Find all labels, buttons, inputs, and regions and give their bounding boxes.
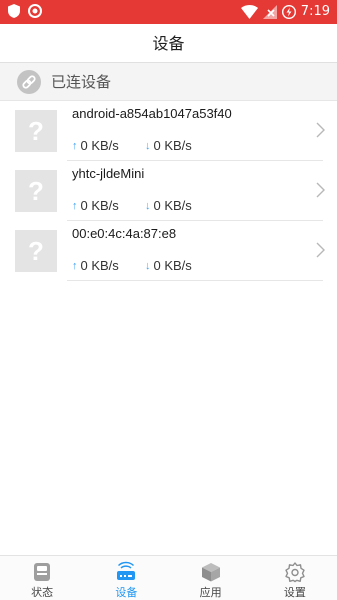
signal-off-icon [262,5,277,19]
link-icon [17,70,41,94]
download-speed-value: 0 KB/s [153,198,192,213]
unknown-device-icon: ? [28,176,44,206]
section-title: 已连设备 [51,73,112,91]
nav-label-apps: 应用 [199,586,222,599]
unknown-device-icon: ? [28,116,44,146]
download-speed-value: 0 KB/s [153,138,192,153]
app-header: 设备 [0,24,337,63]
gear-icon [285,562,305,583]
upload-speed: ↑ 0 KB/s [72,198,119,213]
nav-item-settings[interactable]: 设置 [253,556,337,600]
battery-charging-icon [281,5,296,19]
device-name: android-a854ab1047a53f40 [72,106,232,121]
device-name: 00:e0:4c:4a:87:e8 [72,226,177,241]
chevron-right-icon [316,242,325,258]
nav-label-settings: 设置 [283,586,306,599]
upload-speed-value: 0 KB/s [80,198,119,213]
upload-speed: ↑ 0 KB/s [72,138,119,153]
shield-icon [8,4,20,18]
device-avatar: ? [15,230,57,272]
status-right-icons: 7:19 [240,3,330,21]
nav-item-devices[interactable]: 设备 [84,556,168,600]
upload-speed-value: 0 KB/s [80,138,119,153]
download-arrow-icon: ↓ [145,259,151,272]
status-icon [34,563,51,581]
nav-item-apps[interactable]: 应用 [169,556,253,600]
device-item[interactable]: ? yhtc-jldeMini ↑ 0 KB/s ↓ 0 KB/s [0,161,337,221]
unknown-device-icon: ? [28,236,44,266]
status-bar: 7:19 [0,0,337,24]
download-speed: ↓ 0 KB/s [145,138,192,153]
device-avatar: ? [15,110,57,152]
download-speed-value: 0 KB/s [153,258,192,273]
download-speed: ↓ 0 KB/s [145,198,192,213]
bottom-nav: 状态 设备 应用 设置 [0,555,337,600]
apps-box-icon [201,563,220,582]
upload-arrow-icon: ↑ [72,199,78,212]
router-icon [117,561,136,580]
download-arrow-icon: ↓ [145,199,151,212]
device-item[interactable]: ? android-a854ab1047a53f40 ↑ 0 KB/s ↓ 0 … [0,101,337,161]
upload-arrow-icon: ↑ [72,139,78,152]
upload-speed: ↑ 0 KB/s [72,258,119,273]
download-speed: ↓ 0 KB/s [145,258,192,273]
wifi-icon [240,5,258,19]
nav-label-status: 状态 [31,586,54,599]
nav-label-devices: 设备 [115,586,138,599]
status-left-icons [8,4,42,18]
nav-item-status[interactable]: 状态 [0,556,84,600]
chevron-right-icon [316,182,325,198]
connected-devices-section: 已连设备 [0,63,337,101]
chevron-right-icon [316,122,325,138]
device-item[interactable]: ? 00:e0:4c:4a:87:e8 ↑ 0 KB/s ↓ 0 KB/s [0,221,337,281]
upload-arrow-icon: ↑ [72,259,78,272]
status-time: 7:19 [300,4,330,19]
divider [67,280,323,281]
page-title: 设备 [152,34,185,53]
upload-speed-value: 0 KB/s [80,258,119,273]
download-arrow-icon: ↓ [145,139,151,152]
target-icon [28,4,42,18]
device-avatar: ? [15,170,57,212]
device-name: yhtc-jldeMini [72,166,145,181]
